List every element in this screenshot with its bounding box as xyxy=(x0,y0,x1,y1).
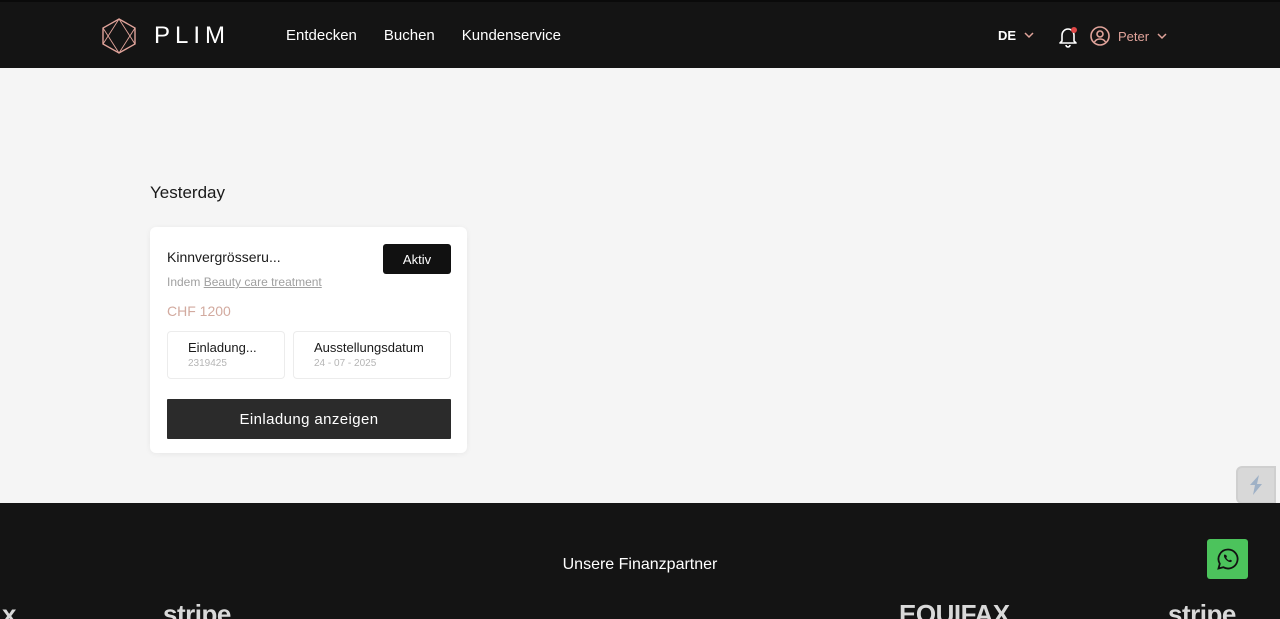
info-label: Ausstellungsdatum xyxy=(314,340,424,355)
logo-diamond-icon xyxy=(102,18,136,54)
footer-title: Unsere Finanzpartner xyxy=(562,556,718,573)
nav-kundenservice[interactable]: Kundenservice xyxy=(462,27,561,44)
whatsapp-chat-button[interactable] xyxy=(1207,539,1248,579)
partner-logo: x xyxy=(2,599,16,619)
main-nav: Entdecken Buchen Kundenservice xyxy=(286,27,561,44)
brand-logo[interactable]: PLIM xyxy=(102,18,230,54)
user-circle-icon xyxy=(1090,26,1110,46)
partner-logo-equifax: EQUIFAX xyxy=(899,599,1010,619)
invitation-info-box: Einladung... 2319425 xyxy=(167,331,285,379)
footer: Unsere Finanzpartner x stripe EQUIFAX st… xyxy=(0,503,1280,619)
show-invitation-button[interactable]: Einladung anzeigen xyxy=(167,399,451,439)
partner-logo-stripe: stripe xyxy=(1168,599,1236,619)
invitation-card: Kinnvergrösseru... Aktiv Indem Beauty ca… xyxy=(150,227,467,453)
user-menu[interactable]: Peter xyxy=(1090,26,1167,46)
status-badge: Aktiv xyxy=(383,244,451,274)
nav-buchen[interactable]: Buchen xyxy=(384,27,435,44)
chevron-down-icon xyxy=(1024,32,1034,39)
subline-prefix: Indem xyxy=(167,275,201,289)
price: CHF 1200 xyxy=(167,303,231,319)
partner-logo-stripe: stripe xyxy=(163,599,231,619)
widget-icon xyxy=(1250,475,1262,495)
info-value: 24 - 07 - 2025 xyxy=(314,358,377,369)
nav-entdecken[interactable]: Entdecken xyxy=(286,27,357,44)
chevron-down-icon xyxy=(1157,32,1167,39)
user-name: Peter xyxy=(1118,28,1150,44)
brand-name: PLIM xyxy=(154,22,231,49)
treatment-link[interactable]: Beauty care treatment xyxy=(204,275,322,289)
language-label: DE xyxy=(998,28,1017,43)
top-navigation-bar: PLIM Entdecken Buchen Kundenservice DE P… xyxy=(0,0,1280,68)
side-widget-button[interactable] xyxy=(1236,466,1276,504)
section-title: Yesterday xyxy=(150,183,225,202)
info-value: 2319425 xyxy=(188,358,227,369)
card-title: Kinnvergrösseru... xyxy=(167,249,281,265)
issue-date-box: Ausstellungsdatum 24 - 07 - 2025 xyxy=(293,331,451,379)
info-label: Einladung... xyxy=(188,340,257,355)
whatsapp-icon xyxy=(1216,548,1238,570)
card-subline: Indem Beauty care treatment xyxy=(167,275,322,289)
bell-icon[interactable] xyxy=(1058,26,1078,48)
language-selector[interactable]: DE xyxy=(998,28,1034,43)
